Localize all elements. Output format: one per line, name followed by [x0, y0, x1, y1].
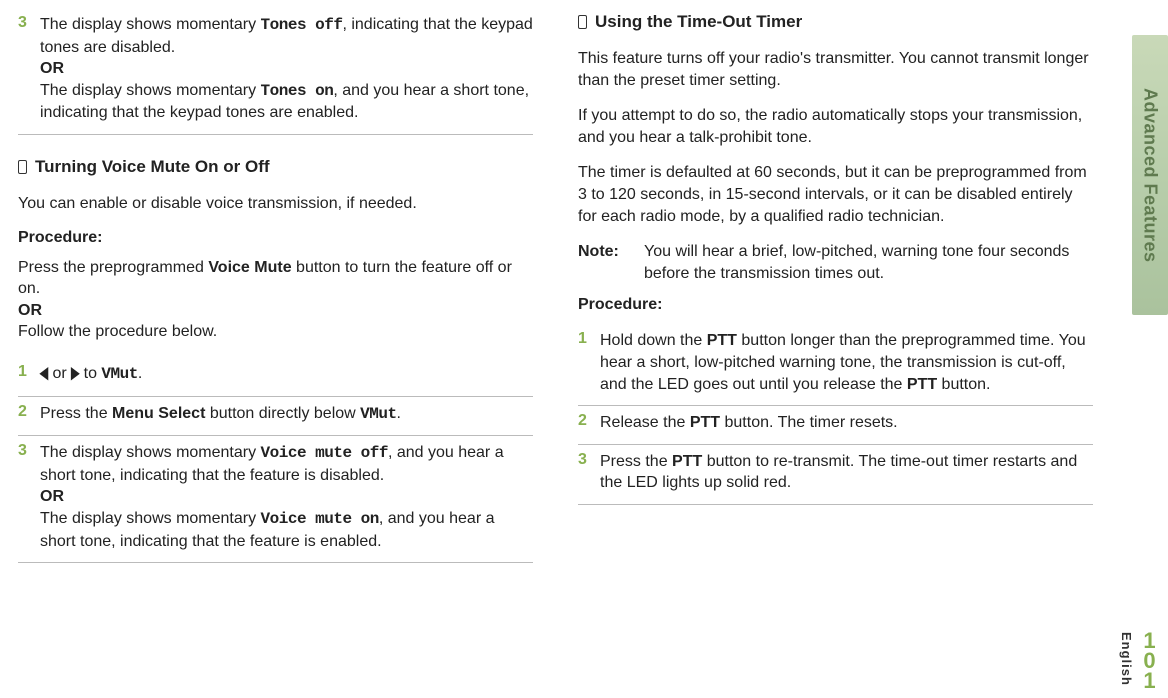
step-body: The display shows momentary Voice mute o… [40, 442, 533, 552]
step-number: 2 [578, 412, 600, 434]
display-text: VMut [360, 405, 396, 423]
text: The display shows momentary [40, 444, 261, 461]
section-icon [578, 15, 587, 29]
procedure-label: Procedure: [578, 296, 1093, 314]
section-heading: Using the Time-Out Timer [578, 12, 1093, 32]
step-body: Press the Menu Select button directly be… [40, 403, 533, 426]
text: . [397, 405, 401, 422]
button-name: PTT [707, 332, 737, 349]
section-icon [18, 160, 27, 174]
right-column: Using the Time-Out Timer This feature tu… [578, 8, 1093, 563]
text: Follow the procedure below. [18, 323, 217, 340]
text: or [48, 365, 71, 382]
text: button. [937, 376, 990, 393]
step-number: 3 [578, 451, 600, 494]
note-text: You will hear a brief, low-pitched, warn… [644, 241, 1093, 284]
display-text: Tones on [261, 82, 334, 100]
language-label: English [1119, 632, 1134, 686]
section-title-text: Using the Time-Out Timer [595, 12, 802, 32]
button-name: PTT [672, 453, 702, 470]
section-title-text: Turning Voice Mute On or Off [35, 157, 270, 177]
step-item: 3 The display shows momentary Voice mute… [18, 436, 533, 563]
procedure-label: Procedure: [18, 229, 533, 247]
step-item: 1 ◂ or ▸ to VMut. [18, 357, 533, 397]
left-arrow-icon: ◂ [40, 358, 48, 390]
text: Press the preprogrammed [18, 259, 208, 276]
step-number: 2 [18, 403, 40, 426]
or-label: OR [40, 60, 64, 77]
step-body: Hold down the PTT button longer than the… [600, 330, 1093, 395]
button-name: Menu Select [112, 405, 205, 422]
step-body: Release the PTT button. The timer resets… [600, 412, 1093, 434]
text: The display shows momentary [40, 82, 261, 99]
step-item: 2 Release the PTT button. The timer rese… [578, 406, 1093, 445]
text: . [138, 365, 142, 382]
step-number: 1 [578, 330, 600, 395]
step-item: 1 Hold down the PTT button longer than t… [578, 324, 1093, 406]
step-body: Press the PTT button to re-transmit. The… [600, 451, 1093, 494]
or-label: OR [40, 488, 64, 505]
or-label: OR [18, 302, 42, 319]
paragraph: This feature turns off your radio's tran… [578, 48, 1093, 91]
text: Release the [600, 414, 690, 431]
paragraph: Press the preprogrammed Voice Mute butto… [18, 257, 533, 343]
section-heading: Turning Voice Mute On or Off [18, 157, 533, 177]
step-number: 1 [18, 363, 40, 386]
button-name: PTT [907, 376, 937, 393]
button-name: Voice Mute [208, 259, 291, 276]
display-text: Voice mute off [261, 444, 388, 462]
side-tab-label: Advanced Features [1140, 88, 1161, 263]
two-column-layout: 3 The display shows momentary Tones off,… [18, 8, 1098, 563]
step-body: The display shows momentary Tones off, i… [40, 14, 533, 124]
text: The display shows momentary [40, 16, 261, 33]
step-body: ◂ or ▸ to VMut. [40, 363, 533, 386]
text: Press the [40, 405, 112, 422]
display-text: Voice mute on [261, 510, 379, 528]
step-item: 2 Press the Menu Select button directly … [18, 397, 533, 437]
text: button. The timer resets. [720, 414, 898, 431]
text: Hold down the [600, 332, 707, 349]
text: button directly below [205, 405, 360, 422]
note-label: Note: [578, 241, 644, 284]
display-text: VMut [101, 365, 137, 383]
step-item: 3 Press the PTT button to re-transmit. T… [578, 445, 1093, 505]
paragraph: You can enable or disable voice transmis… [18, 193, 533, 215]
page-number: 101 [1136, 628, 1162, 688]
left-column: 3 The display shows momentary Tones off,… [18, 8, 533, 563]
note-block: Note: You will hear a brief, low-pitched… [578, 241, 1093, 284]
text: The display shows momentary [40, 510, 261, 527]
button-name: PTT [690, 414, 720, 431]
text: to [79, 365, 101, 382]
step-item: 3 The display shows momentary Tones off,… [18, 8, 533, 135]
paragraph: If you attempt to do so, the radio autom… [578, 105, 1093, 148]
right-arrow-icon: ▸ [71, 358, 79, 390]
step-number: 3 [18, 14, 40, 124]
text: Press the [600, 453, 672, 470]
step-number: 3 [18, 442, 40, 552]
display-text: Tones off [261, 16, 343, 34]
side-tab: Advanced Features [1132, 35, 1168, 315]
paragraph: The timer is defaulted at 60 seconds, bu… [578, 162, 1093, 227]
